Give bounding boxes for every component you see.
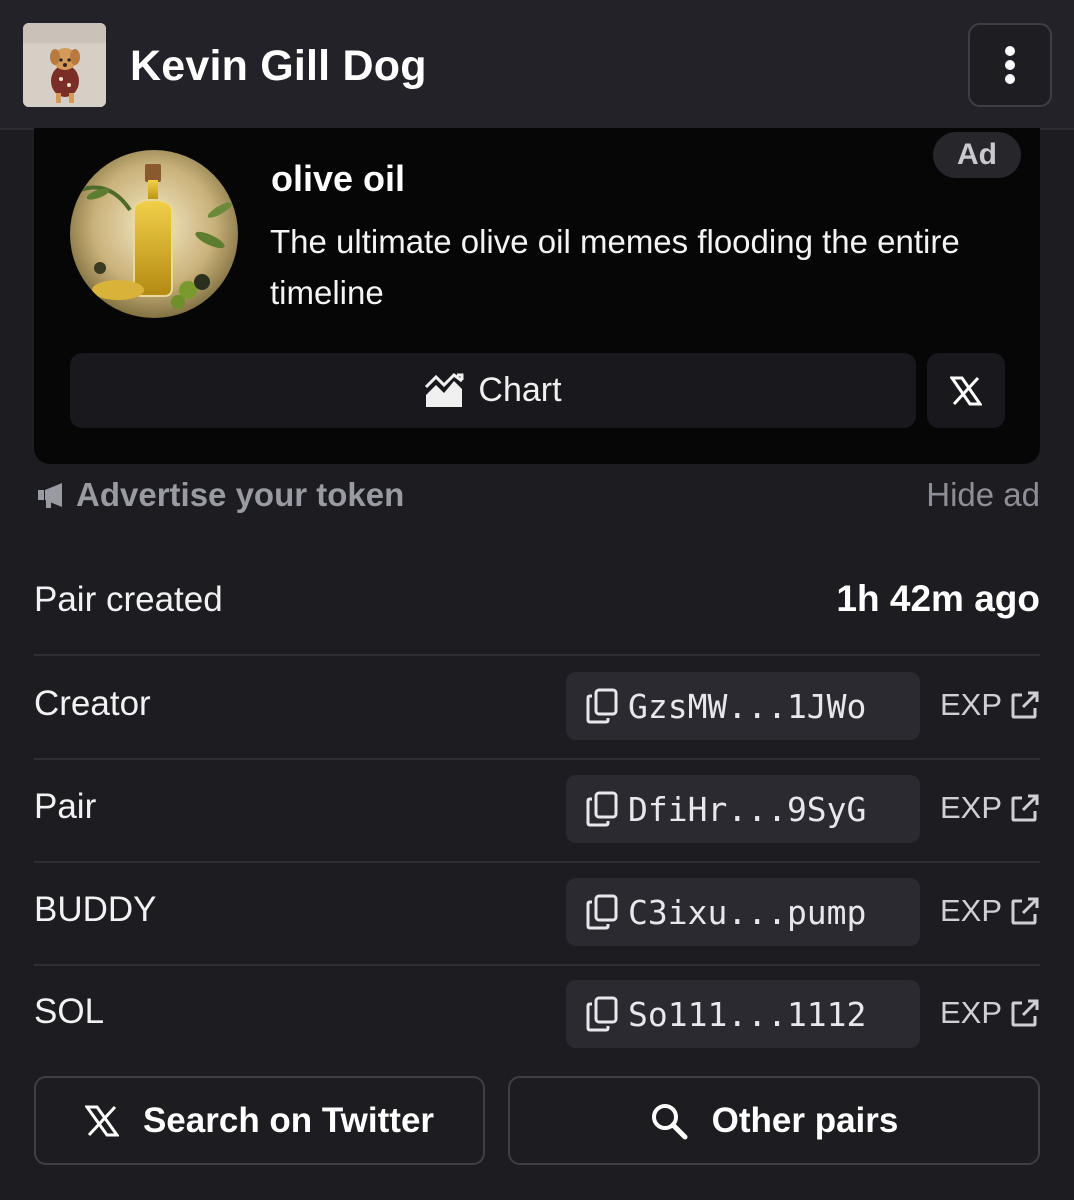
address-row-creator: Creator GzsMW...1JWo EXP (34, 657, 1040, 760)
copy-address-button[interactable]: C3ixu...pump (566, 878, 920, 946)
copy-icon (586, 791, 618, 827)
address-label: SOL (34, 992, 105, 1031)
address-value: GzsMW...1JWo (628, 686, 867, 726)
search-icon (651, 1103, 688, 1139)
explorer-label: EXP (939, 790, 1002, 825)
search-on-twitter-button[interactable]: Search on Twitter (34, 1076, 485, 1165)
copy-address-button[interactable]: So111...1112 (566, 980, 920, 1048)
x-logo-icon (950, 376, 982, 405)
address-value: C3ixu...pump (628, 892, 867, 932)
ad-card: Ad olive oil The ultimate olive oil meme… (34, 128, 1040, 464)
explorer-link[interactable]: EXP (940, 687, 1040, 723)
address-row-pair: Pair DfiHr...9SyG EXP (34, 760, 1040, 863)
copy-icon (586, 688, 618, 724)
pair-created-row: Pair created 1h 42m ago (34, 552, 1040, 656)
copy-icon (586, 894, 618, 930)
address-value: So111...1112 (628, 994, 867, 1034)
copy-icon (586, 996, 618, 1032)
token-name: Kevin Gill Dog (130, 42, 427, 90)
external-link-icon (1011, 691, 1039, 719)
explorer-link[interactable]: EXP (940, 893, 1040, 929)
external-link-icon (1011, 999, 1039, 1027)
more-options-button[interactable] (968, 23, 1052, 107)
address-value: DfiHr...9SyG (628, 789, 867, 829)
chart-button-label: Chart (478, 371, 562, 409)
x-logo-icon (84, 1105, 119, 1136)
dog-avatar-image (23, 23, 106, 107)
chart-button[interactable]: Chart (70, 353, 916, 428)
other-pairs-label: Other pairs (711, 1100, 899, 1140)
hide-ad-link[interactable]: Hide ad (926, 474, 1040, 516)
explorer-link[interactable]: EXP (940, 995, 1040, 1031)
token-avatar (23, 23, 106, 107)
ad-token-logo (70, 150, 238, 318)
copy-address-button[interactable]: DfiHr...9SyG (566, 775, 920, 843)
ad-badge: Ad (933, 132, 1021, 178)
address-label: BUDDY (34, 890, 157, 929)
address-label: Pair (34, 787, 97, 826)
external-link-icon (1011, 897, 1039, 925)
pair-created-value: 1h 42m ago (836, 578, 1040, 619)
chart-icon (425, 372, 464, 407)
advertise-label: Advertise your token (76, 476, 405, 513)
address-row-buddy: BUDDY C3ixu...pump EXP (34, 863, 1040, 966)
pair-created-label: Pair created (34, 580, 223, 619)
external-link-icon (1011, 794, 1039, 822)
copy-address-button[interactable]: GzsMW...1JWo (566, 672, 920, 740)
kebab-menu-icon (1005, 46, 1015, 84)
explorer-label: EXP (939, 687, 1002, 722)
advertise-token-link[interactable]: Advertise your token (36, 474, 404, 516)
x-link-button[interactable] (927, 353, 1005, 428)
explorer-link[interactable]: EXP (940, 790, 1040, 826)
search-on-twitter-label: Search on Twitter (142, 1100, 435, 1140)
token-info-page: Kevin Gill Dog Ad olive oil The ultimate… (0, 0, 1074, 1200)
ad-token-name: olive oil (271, 158, 406, 199)
address-row-sol: SOL So111...1112 EXP (34, 965, 1040, 1068)
megaphone-icon (38, 483, 62, 508)
olive-oil-image (70, 150, 238, 318)
other-pairs-button[interactable]: Other pairs (508, 1076, 1040, 1165)
explorer-label: EXP (939, 893, 1002, 928)
explorer-label: EXP (939, 995, 1002, 1030)
address-label: Creator (34, 684, 151, 723)
header: Kevin Gill Dog (0, 0, 1074, 130)
ad-description: The ultimate olive oil memes flooding th… (270, 223, 960, 311)
